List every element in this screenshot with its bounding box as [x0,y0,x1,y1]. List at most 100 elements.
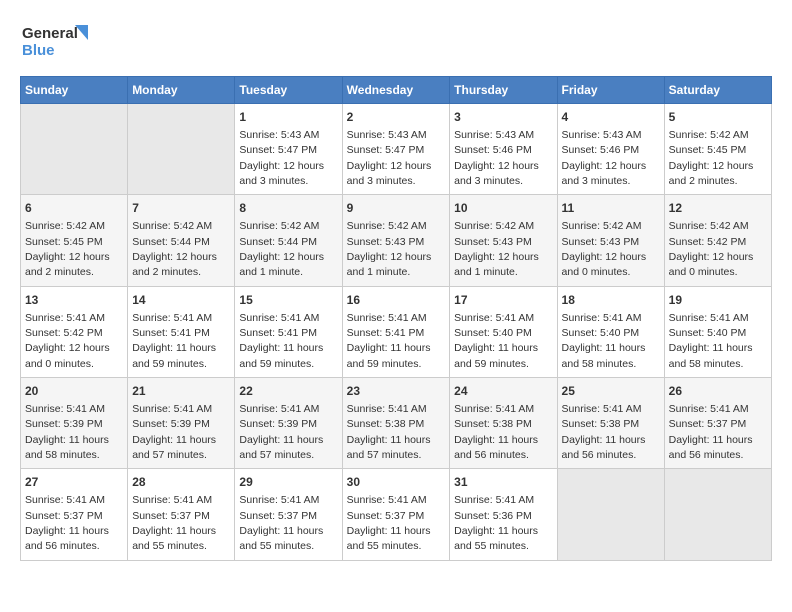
calendar-week-5: 27 Sunrise: 5:41 AMSunset: 5:37 PMDayligh… [21,469,772,560]
cell-content: Sunrise: 5:41 AMSunset: 5:40 PMDaylight:… [562,312,646,370]
day-number: 28 [132,474,230,491]
day-number: 22 [239,383,337,400]
cell-content: Sunrise: 5:41 AMSunset: 5:41 PMDaylight:… [239,312,323,370]
day-number: 4 [562,109,660,126]
calendar-cell [664,469,771,560]
day-number: 16 [347,292,446,309]
calendar-table: SundayMondayTuesdayWednesdayThursdayFrid… [20,76,772,561]
calendar-cell: 20 Sunrise: 5:41 AMSunset: 5:39 PMDayligh… [21,378,128,469]
cell-content: Sunrise: 5:42 AMSunset: 5:44 PMDaylight:… [132,220,217,278]
day-number: 21 [132,383,230,400]
day-number: 2 [347,109,446,126]
calendar-cell: 24 Sunrise: 5:41 AMSunset: 5:38 PMDayligh… [450,378,557,469]
cell-content: Sunrise: 5:41 AMSunset: 5:38 PMDaylight:… [454,403,538,461]
calendar-cell: 28 Sunrise: 5:41 AMSunset: 5:37 PMDayligh… [128,469,235,560]
day-number: 25 [562,383,660,400]
day-number: 5 [669,109,767,126]
calendar-cell: 23 Sunrise: 5:41 AMSunset: 5:38 PMDayligh… [342,378,450,469]
calendar-cell: 31 Sunrise: 5:41 AMSunset: 5:36 PMDayligh… [450,469,557,560]
cell-content: Sunrise: 5:41 AMSunset: 5:42 PMDaylight:… [25,312,110,370]
cell-content: Sunrise: 5:43 AMSunset: 5:46 PMDaylight:… [454,129,539,187]
calendar-cell: 27 Sunrise: 5:41 AMSunset: 5:37 PMDayligh… [21,469,128,560]
calendar-cell: 15Sunrise: 5:41 AMSunset: 5:41 PMDayligh… [235,286,342,377]
calendar-cell: 8Sunrise: 5:42 AMSunset: 5:44 PMDaylight… [235,195,342,286]
header-thursday: Thursday [450,77,557,104]
cell-content: Sunrise: 5:42 AMSunset: 5:42 PMDaylight:… [669,220,754,278]
calendar-header-row: SundayMondayTuesdayWednesdayThursdayFrid… [21,77,772,104]
day-number: 26 [669,383,767,400]
cell-content: Sunrise: 5:41 AMSunset: 5:39 PMDaylight:… [239,403,323,461]
day-number: 31 [454,474,552,491]
cell-content: Sunrise: 5:41 AMSunset: 5:37 PMDaylight:… [25,494,109,552]
cell-content: Sunrise: 5:42 AMSunset: 5:43 PMDaylight:… [347,220,432,278]
calendar-cell: 3 Sunrise: 5:43 AMSunset: 5:46 PMDaylight… [450,104,557,195]
calendar-cell: 25Sunrise: 5:41 AMSunset: 5:38 PMDayligh… [557,378,664,469]
header-sunday: Sunday [21,77,128,104]
day-number: 7 [132,200,230,217]
cell-content: Sunrise: 5:41 AMSunset: 5:37 PMDaylight:… [132,494,216,552]
cell-content: Sunrise: 5:43 AMSunset: 5:47 PMDaylight:… [347,129,432,187]
header-tuesday: Tuesday [235,77,342,104]
svg-text:General: General [22,25,78,42]
calendar-week-4: 20 Sunrise: 5:41 AMSunset: 5:39 PMDayligh… [21,378,772,469]
cell-content: Sunrise: 5:41 AMSunset: 5:36 PMDaylight:… [454,494,538,552]
page-header: GeneralBlue [20,20,772,60]
calendar-week-1: 1 Sunrise: 5:43 AMSunset: 5:47 PMDaylight… [21,104,772,195]
calendar-cell: 22 Sunrise: 5:41 AMSunset: 5:39 PMDayligh… [235,378,342,469]
day-number: 20 [25,383,123,400]
calendar-week-2: 6 Sunrise: 5:42 AMSunset: 5:45 PMDaylight… [21,195,772,286]
header-saturday: Saturday [664,77,771,104]
calendar-cell: 13 Sunrise: 5:41 AMSunset: 5:42 PMDayligh… [21,286,128,377]
calendar-cell: 6 Sunrise: 5:42 AMSunset: 5:45 PMDaylight… [21,195,128,286]
calendar-cell: 21 Sunrise: 5:41 AMSunset: 5:39 PMDayligh… [128,378,235,469]
day-number: 10 [454,200,552,217]
cell-content: Sunrise: 5:41 AMSunset: 5:40 PMDaylight:… [669,312,753,370]
calendar-cell [557,469,664,560]
calendar-cell: 9 Sunrise: 5:42 AMSunset: 5:43 PMDaylight… [342,195,450,286]
day-number: 3 [454,109,552,126]
svg-text:Blue: Blue [22,42,55,59]
cell-content: Sunrise: 5:41 AMSunset: 5:38 PMDaylight:… [347,403,431,461]
cell-content: Sunrise: 5:41 AMSunset: 5:37 PMDaylight:… [347,494,431,552]
calendar-cell: 5 Sunrise: 5:42 AMSunset: 5:45 PMDaylight… [664,104,771,195]
calendar-cell: 1 Sunrise: 5:43 AMSunset: 5:47 PMDaylight… [235,104,342,195]
day-number: 1 [239,109,337,126]
calendar-cell: 30 Sunrise: 5:41 AMSunset: 5:37 PMDayligh… [342,469,450,560]
day-number: 23 [347,383,446,400]
calendar-cell: 14Sunrise: 5:41 AMSunset: 5:41 PMDayligh… [128,286,235,377]
calendar-cell: 18Sunrise: 5:41 AMSunset: 5:40 PMDayligh… [557,286,664,377]
cell-content: Sunrise: 5:42 AMSunset: 5:45 PMDaylight:… [669,129,754,187]
day-number: 6 [25,200,123,217]
calendar-cell: 29Sunrise: 5:41 AMSunset: 5:37 PMDayligh… [235,469,342,560]
day-number: 27 [25,474,123,491]
cell-content: Sunrise: 5:41 AMSunset: 5:40 PMDaylight:… [454,312,538,370]
cell-content: Sunrise: 5:42 AMSunset: 5:43 PMDaylight:… [562,220,647,278]
cell-content: Sunrise: 5:41 AMSunset: 5:39 PMDaylight:… [25,403,109,461]
logo: GeneralBlue [20,20,100,60]
header-monday: Monday [128,77,235,104]
cell-content: Sunrise: 5:41 AMSunset: 5:39 PMDaylight:… [132,403,216,461]
calendar-cell: 2 Sunrise: 5:43 AMSunset: 5:47 PMDaylight… [342,104,450,195]
cell-content: Sunrise: 5:42 AMSunset: 5:43 PMDaylight:… [454,220,539,278]
cell-content: Sunrise: 5:41 AMSunset: 5:37 PMDaylight:… [239,494,323,552]
header-friday: Friday [557,77,664,104]
calendar-cell: 7 Sunrise: 5:42 AMSunset: 5:44 PMDaylight… [128,195,235,286]
cell-content: Sunrise: 5:42 AMSunset: 5:44 PMDaylight:… [239,220,324,278]
day-number: 9 [347,200,446,217]
calendar-cell [128,104,235,195]
day-number: 24 [454,383,552,400]
calendar-week-3: 13 Sunrise: 5:41 AMSunset: 5:42 PMDayligh… [21,286,772,377]
cell-content: Sunrise: 5:42 AMSunset: 5:45 PMDaylight:… [25,220,110,278]
day-number: 12 [669,200,767,217]
day-number: 30 [347,474,446,491]
calendar-cell: 16 Sunrise: 5:41 AMSunset: 5:41 PMDayligh… [342,286,450,377]
calendar-cell [21,104,128,195]
day-number: 13 [25,292,123,309]
cell-content: Sunrise: 5:41 AMSunset: 5:41 PMDaylight:… [132,312,216,370]
cell-content: Sunrise: 5:41 AMSunset: 5:37 PMDaylight:… [669,403,753,461]
cell-content: Sunrise: 5:41 AMSunset: 5:41 PMDaylight:… [347,312,431,370]
calendar-cell: 17Sunrise: 5:41 AMSunset: 5:40 PMDayligh… [450,286,557,377]
day-number: 11 [562,200,660,217]
header-wednesday: Wednesday [342,77,450,104]
cell-content: Sunrise: 5:43 AMSunset: 5:47 PMDaylight:… [239,129,324,187]
